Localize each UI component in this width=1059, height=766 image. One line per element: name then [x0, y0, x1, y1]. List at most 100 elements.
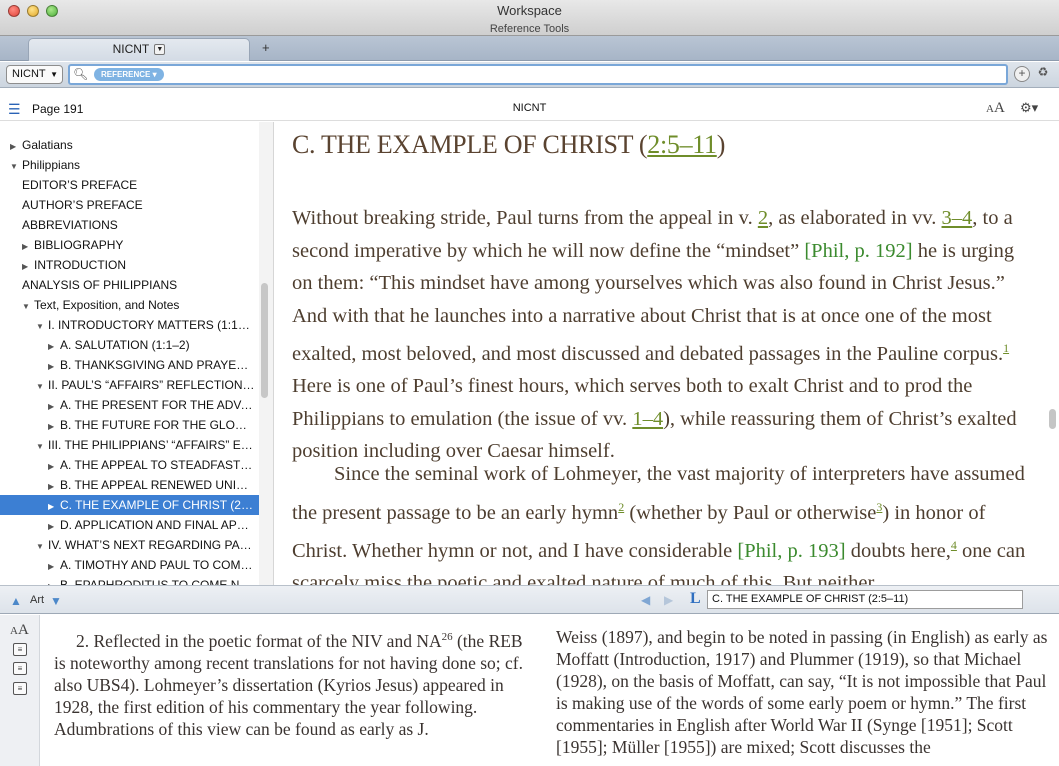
disclosure-collapsed-icon[interactable]: ▶ — [48, 357, 60, 375]
footnote-font-size-control[interactable]: AA — [10, 622, 29, 639]
toc-item[interactable]: ▶ INTRODUCTION — [0, 255, 259, 275]
toc-item[interactable]: ▶ C. THE EXAMPLE OF CHRIST (2:… — [0, 495, 259, 515]
disclosure-expanded-icon[interactable]: ▼ — [10, 157, 22, 175]
tab-label: NICNT — [112, 42, 150, 56]
reference-pill-label: REFERENCE — [101, 70, 151, 79]
toc-item[interactable]: ▶ BIBLIOGRAPHY — [0, 235, 259, 255]
reading-pane: C. THE EXAMPLE OF CHRIST (2:5–11) Withou… — [275, 122, 1045, 585]
toc-item[interactable]: ▼ III. THE PHILIPPIANS’ “AFFAIRS” E… — [0, 435, 259, 455]
toc-item[interactable]: ▼ IV. WHAT’S NEXT REGARDING PA… — [0, 535, 259, 555]
disclosure-collapsed-icon[interactable]: ▶ — [48, 457, 60, 475]
verse-link[interactable]: 3–4 — [942, 207, 973, 229]
add-tab-button[interactable]: + — [262, 40, 270, 55]
logos-link-icon[interactable]: L — [690, 590, 701, 608]
clipboard-icon[interactable]: ≡ — [13, 662, 27, 675]
toc-item[interactable]: ▼ II. PAUL’S “AFFAIRS” REFLECTION… — [0, 375, 259, 395]
footnote-link[interactable]: 1 — [1003, 341, 1009, 355]
toc-item[interactable]: ▶B. EPAPHRODITUS TO COME N… — [0, 575, 259, 585]
toc-item[interactable]: ▶ A. THE PRESENT FOR THE ADVA… — [0, 395, 259, 415]
toc-item[interactable]: EDITOR’S PREFACE — [0, 175, 259, 195]
toc-item-label: Philippians — [22, 158, 81, 172]
recycle-icon[interactable]: ♻ — [1035, 66, 1051, 82]
verse-link[interactable]: 2 — [758, 207, 768, 229]
search-input[interactable]: 🔍︎ REFERENCE ▾ — [68, 64, 1008, 85]
toc-item[interactable]: ▶ B. THANKSGIVING AND PRAYER… — [0, 355, 259, 375]
heading-close: ) — [716, 130, 726, 159]
toc-item-label: B. THANKSGIVING AND PRAYER… — [60, 358, 257, 372]
document-icon[interactable]: ≡ — [13, 643, 27, 656]
disclosure-expanded-icon[interactable]: ▼ — [22, 297, 34, 315]
toc-item[interactable]: ▶ A. TIMOTHY AND PAUL TO COM… — [0, 555, 259, 575]
heading-reference-link[interactable]: 2:5–11 — [647, 130, 717, 159]
art-label[interactable]: Art — [30, 594, 44, 606]
font-smaller-button[interactable]: A — [986, 103, 994, 115]
disclosure-collapsed-icon[interactable]: ▶ — [48, 577, 60, 585]
panel-header: ☰ Page 191 NICNT AA ⚙▾ — [0, 97, 1059, 121]
toc-item-label: Text, Exposition, and Notes — [34, 298, 180, 312]
footnote-text: 2. Reflected in the poetic format of the… — [76, 630, 442, 651]
toc-item[interactable]: ▼ Text, Exposition, and Notes — [0, 295, 259, 315]
toc-item[interactable]: ANALYSIS OF PHILIPPIANS — [0, 275, 259, 295]
toc-item[interactable]: ▶ D. APPLICATION AND FINAL APP… — [0, 515, 259, 535]
toc-item-label: I. INTRODUCTORY MATTERS (1:1–11) — [48, 318, 259, 332]
gear-icon[interactable]: ⚙▾ — [1020, 100, 1038, 116]
footnote-superscript: 26 — [441, 631, 453, 643]
font-size-control[interactable]: AA — [986, 100, 1005, 117]
disclosure-collapsed-icon[interactable]: ▶ — [48, 337, 60, 355]
forward-arrow-icon[interactable]: ▶ — [664, 593, 673, 607]
disclosure-collapsed-icon[interactable]: ▶ — [10, 137, 22, 155]
disclosure-collapsed-icon[interactable]: ▶ — [48, 417, 60, 435]
toc-item[interactable]: AUTHOR’S PREFACE — [0, 195, 259, 215]
page-crossref-link[interactable]: [Phil, p. 193] — [737, 540, 845, 562]
location-field[interactable]: C. THE EXAMPLE OF CHRIST (2:5–11) — [707, 590, 1023, 609]
toc-item[interactable]: ▼ Philippians — [0, 155, 259, 175]
disclosure-expanded-icon[interactable]: ▼ — [36, 537, 48, 555]
resource-select[interactable]: NICNT ▼ — [6, 65, 63, 84]
footnote-font-larger[interactable]: A — [18, 622, 29, 638]
content-scroll-thumb[interactable] — [1049, 409, 1056, 429]
toc-item[interactable]: ▼ I. INTRODUCTORY MATTERS (1:1–11) — [0, 315, 259, 335]
panel-title: NICNT — [512, 102, 547, 114]
font-larger-button[interactable]: A — [994, 100, 1005, 116]
search-toolbar: NICNT ▼ 🔍︎ REFERENCE ▾ + ♻ — [0, 62, 1059, 88]
toc-item-label: BIBLIOGRAPHY — [34, 238, 124, 252]
art-down-arrow-icon[interactable]: ▼ — [50, 594, 62, 608]
disclosure-collapsed-icon[interactable]: ▶ — [48, 477, 60, 495]
toc-item-label: III. THE PHILIPPIANS’ “AFFAIRS” E… — [48, 438, 253, 452]
copy-icon[interactable]: ≡ — [13, 682, 27, 695]
toc-item[interactable]: ▶ Galatians — [0, 135, 259, 155]
search-icon[interactable]: 🔍︎ — [73, 67, 88, 81]
back-arrow-icon[interactable]: ◀ — [641, 593, 650, 607]
paragraph-2: Since the seminal work of Lohmeyer, the … — [292, 458, 1032, 585]
text-run: doubts here, — [845, 539, 951, 562]
disclosure-collapsed-icon[interactable]: ▶ — [48, 497, 60, 515]
toc-item-label: INTRODUCTION — [34, 258, 126, 272]
footnote-font-smaller[interactable]: A — [10, 625, 18, 637]
toc-item[interactable]: ▶ B. THE FUTURE FOR THE GLOR… — [0, 415, 259, 435]
disclosure-collapsed-icon[interactable]: ▶ — [48, 397, 60, 415]
tab-nicnt[interactable]: NICNT ▼ — [28, 38, 250, 61]
disclosure-collapsed-icon[interactable]: ▶ — [22, 257, 34, 275]
art-up-arrow-icon[interactable]: ▲ — [10, 594, 22, 608]
verse-link[interactable]: 1–4 — [632, 408, 663, 430]
toc-item[interactable]: ABBREVIATIONS — [0, 215, 259, 235]
toc-item[interactable]: ▶ B. THE APPEAL RENEWED UNIT… — [0, 475, 259, 495]
disclosure-collapsed-icon[interactable]: ▶ — [48, 517, 60, 535]
disclosure-expanded-icon[interactable]: ▼ — [36, 377, 48, 395]
navigation-bar: ▲ Art ▼ ◀ ▶ L C. THE EXAMPLE OF CHRIST (… — [0, 585, 1059, 614]
sidebar-scroll-thumb[interactable] — [261, 283, 268, 398]
toc-item[interactable]: ▶ A. THE APPEAL TO STEADFAST… — [0, 455, 259, 475]
add-icon[interactable]: + — [1014, 66, 1030, 82]
tab-dropdown-icon[interactable]: ▼ — [154, 44, 166, 56]
toc-item-label: A. SALUTATION (1:1–2) — [60, 338, 190, 352]
page-crossref-link[interactable]: [Phil, p. 192] — [804, 240, 912, 262]
disclosure-expanded-icon[interactable]: ▼ — [36, 437, 48, 455]
heading-text: C. THE EXAMPLE OF CHRIST ( — [292, 130, 648, 159]
paragraph-1: Without breaking stride, Paul turns from… — [292, 202, 1032, 468]
disclosure-collapsed-icon[interactable]: ▶ — [48, 557, 60, 575]
toc-item[interactable]: ▶ A. SALUTATION (1:1–2) — [0, 335, 259, 355]
disclosure-expanded-icon[interactable]: ▼ — [36, 317, 48, 335]
disclosure-collapsed-icon[interactable]: ▶ — [22, 237, 34, 255]
reference-type-pill[interactable]: REFERENCE ▾ — [94, 68, 164, 81]
toc-item-label: B. THE APPEAL RENEWED UNIT… — [60, 478, 256, 492]
